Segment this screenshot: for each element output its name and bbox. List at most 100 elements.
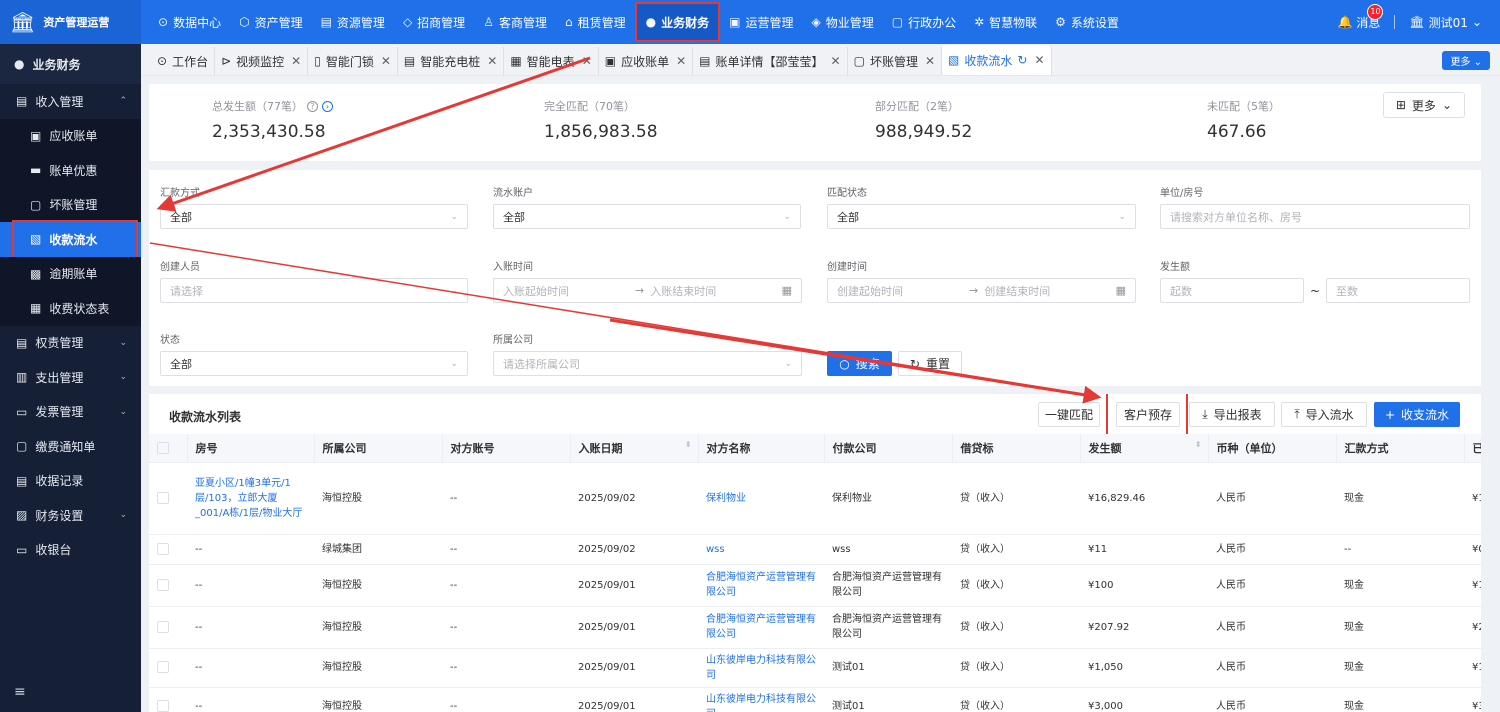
tabs-more-button[interactable]: 更多 ⌄: [1442, 51, 1490, 70]
sidebar-item[interactable]: ▣ 应收账单: [0, 118, 141, 153]
created-date-range[interactable]: 创建起始时间 → 创建结束时间 ▦: [827, 278, 1136, 303]
topnav-item[interactable]: ◇ 招商管理: [394, 0, 474, 44]
sidebar-item[interactable]: ▤ 权责管理 ⌄: [0, 326, 141, 361]
tab[interactable]: ⊳ 视频监控 ✕: [215, 47, 309, 75]
sidebar-header[interactable]: ● 业务财务: [0, 44, 141, 84]
topnav-item[interactable]: ⬡ 资产管理: [230, 0, 312, 44]
column-header[interactable]: 对方名称: [698, 434, 825, 463]
app-logo[interactable]: 🏛 资产管理运营: [0, 0, 141, 44]
column-header[interactable]: 汇款方式: [1336, 434, 1465, 463]
close-icon[interactable]: ✕: [381, 54, 391, 68]
column-header[interactable]: 已匹: [1464, 434, 1481, 463]
topnav-item[interactable]: ♙ 客商管理: [474, 0, 556, 44]
sidebar-item[interactable]: ▢ 缴费通知单: [0, 429, 141, 464]
close-icon[interactable]: ✕: [291, 54, 301, 68]
tab[interactable]: ▣ 应收账单 ✕: [599, 47, 694, 75]
cell-party[interactable]: wss: [698, 534, 824, 565]
messages-button[interactable]: 🔔 消息 10: [1337, 3, 1384, 31]
user-menu[interactable]: 🏛 测试01 ⌄: [1409, 14, 1482, 31]
sidebar-item[interactable]: ▭ 收银台: [0, 533, 141, 568]
sidebar-item[interactable]: ▤ 收据记录: [0, 464, 141, 499]
creator-select[interactable]: 请选择 ⌄: [160, 278, 468, 303]
row-checkbox[interactable]: [157, 491, 169, 504]
one-click-match-button[interactable]: 一键匹配: [1038, 402, 1100, 427]
status-select[interactable]: 全部 ⌄: [160, 351, 468, 376]
import-flow-button[interactable]: ⤒ 导入流水: [1281, 402, 1367, 427]
sidebar-item[interactable]: ▦ 收费状态表: [0, 291, 141, 326]
table-row[interactable]: -- 海恒控股 -- 2025/09/01 合肥海恒资产运营管理有限公司 合肥海恒资产运营…: [149, 606, 1481, 649]
close-icon[interactable]: ✕: [676, 54, 686, 68]
summary-more-button[interactable]: ⊞ 更多 ⌄: [1382, 92, 1465, 118]
amount-to-input[interactable]: 至数: [1326, 278, 1470, 303]
row-checkbox[interactable]: [157, 661, 169, 673]
row-checkbox[interactable]: [157, 578, 169, 591]
remit-select[interactable]: 全部 ⌄: [160, 204, 468, 229]
topnav-item[interactable]: ▣ 运营管理: [720, 0, 802, 44]
column-header[interactable]: 对方账号: [442, 434, 571, 463]
close-icon[interactable]: ✕: [831, 54, 841, 68]
cell-party[interactable]: 山东彼岸电力科技有限公司: [698, 687, 824, 712]
sidebar-item[interactable]: ▧ 收款流水: [0, 220, 141, 264]
tab[interactable]: ▤ 账单详情【邵莹莹】 ✕: [693, 47, 848, 75]
refresh-icon[interactable]: ↻: [1017, 53, 1027, 67]
table-row[interactable]: --海恒控股--2025/09/01山东彼岸电力科技有限公司测试01贷（收入）¥…: [149, 648, 1481, 688]
search-button[interactable]: ○ 搜索: [827, 351, 892, 376]
select-all-checkbox[interactable]: [157, 442, 169, 455]
add-flow-button[interactable]: + 收支流水: [1374, 402, 1460, 427]
row-checkbox[interactable]: [157, 700, 169, 712]
sort-icon[interactable]: ⬍: [1195, 440, 1202, 449]
close-icon[interactable]: ✕: [925, 54, 935, 68]
match-select[interactable]: 全部 ⌄: [827, 204, 1136, 229]
export-report-button[interactable]: ⤓ 导出报表: [1189, 402, 1275, 427]
collapse-menu-icon[interactable]: ≡: [14, 684, 26, 700]
sidebar-item[interactable]: ▨ 财务设置 ⌄: [0, 498, 141, 533]
amount-from-input[interactable]: 起数: [1160, 278, 1304, 303]
topnav-item[interactable]: ✲ 智慧物联: [965, 0, 1046, 44]
tab[interactable]: ▯ 智能门锁 ✕: [308, 47, 398, 75]
table-row[interactable]: --海恒控股--2025/09/01山东彼岸电力科技有限公司测试01贷（收入）¥…: [149, 687, 1481, 712]
close-icon[interactable]: ✕: [582, 54, 592, 68]
cell-party[interactable]: 保利物业: [698, 462, 824, 535]
topnav-item[interactable]: ⌂ 租赁管理: [556, 0, 635, 44]
account-select[interactable]: 全部 ⌄: [493, 204, 801, 229]
sidebar-item[interactable]: ▩ 逾期账单: [0, 256, 141, 291]
reset-button[interactable]: ↻ 重置: [898, 351, 962, 376]
column-header[interactable]: 入账日期 ⬍: [570, 434, 699, 463]
sidebar-item[interactable]: ▭ 发票管理 ⌄: [0, 395, 141, 430]
sidebar-item[interactable]: ▢ 坏账管理: [0, 187, 141, 222]
column-header[interactable]: 发生额 ⬍: [1080, 434, 1209, 463]
table-row[interactable]: -- 海恒控股 -- 2025/09/01 合肥海恒资产运营管理有限公司 合肥海恒资产运营…: [149, 564, 1481, 607]
column-header[interactable]: 币种（单位）: [1208, 434, 1337, 463]
cell-party[interactable]: 合肥海恒资产运营管理有限公司: [698, 564, 824, 607]
unit-search-input[interactable]: 请搜索对方单位名称、房号: [1160, 204, 1470, 229]
table-row[interactable]: 亚夏小区/1幢3单元/1层/103，立郎大厦_001/A栋/1层/物业大厅 海恒控…: [149, 462, 1481, 535]
row-checkbox[interactable]: [157, 620, 169, 633]
column-header[interactable]: 借贷标: [952, 434, 1081, 463]
close-icon[interactable]: ✕: [487, 54, 497, 68]
column-header[interactable]: 所属公司: [314, 434, 443, 463]
table-row[interactable]: --绿城集团--2025/09/02wsswss贷（收入）¥11人民币--¥0: [149, 534, 1481, 565]
topnav-item[interactable]: ▢ 行政办公: [883, 0, 965, 44]
company-select[interactable]: 请选择所属公司 ⌄: [493, 351, 802, 376]
help-icon[interactable]: ?: [307, 100, 318, 112]
entry-date-range[interactable]: 入账起始时间 → 入账结束时间 ▦: [493, 278, 802, 303]
info-icon[interactable]: ›: [322, 100, 333, 112]
cell-party[interactable]: 山东彼岸电力科技有限公司: [698, 648, 824, 688]
topnav-item[interactable]: ⊙ 数据中心: [149, 0, 230, 44]
row-checkbox[interactable]: [157, 542, 169, 555]
tab[interactable]: ▦ 智能电表 ✕: [504, 47, 599, 75]
sidebar-item[interactable]: ▥ 支出管理 ⌄: [0, 360, 141, 395]
cell-party[interactable]: 合肥海恒资产运营管理有限公司: [698, 606, 824, 649]
topnav-item[interactable]: ⚙ 系统设置: [1046, 0, 1128, 44]
cell-room[interactable]: 亚夏小区/1幢3单元/1层/103，立郎大厦_001/A栋/1层/物业大厅: [187, 462, 314, 535]
column-header[interactable]: 房号: [187, 434, 315, 463]
tab[interactable]: ⊙ 工作台: [151, 47, 216, 75]
tab[interactable]: ▢ 坏账管理 ✕: [848, 47, 943, 75]
sidebar-item[interactable]: ▤ 收入管理 ⌃: [0, 84, 141, 119]
sidebar-item[interactable]: ▬ 账单优惠: [0, 153, 141, 188]
sort-icon[interactable]: ⬍: [685, 440, 692, 449]
topnav-item[interactable]: ● 业务财务: [634, 2, 721, 42]
topnav-item[interactable]: ◈ 物业管理: [802, 0, 882, 44]
topnav-item[interactable]: ▤ 资源管理: [312, 0, 394, 44]
close-icon[interactable]: ✕: [1034, 53, 1044, 67]
